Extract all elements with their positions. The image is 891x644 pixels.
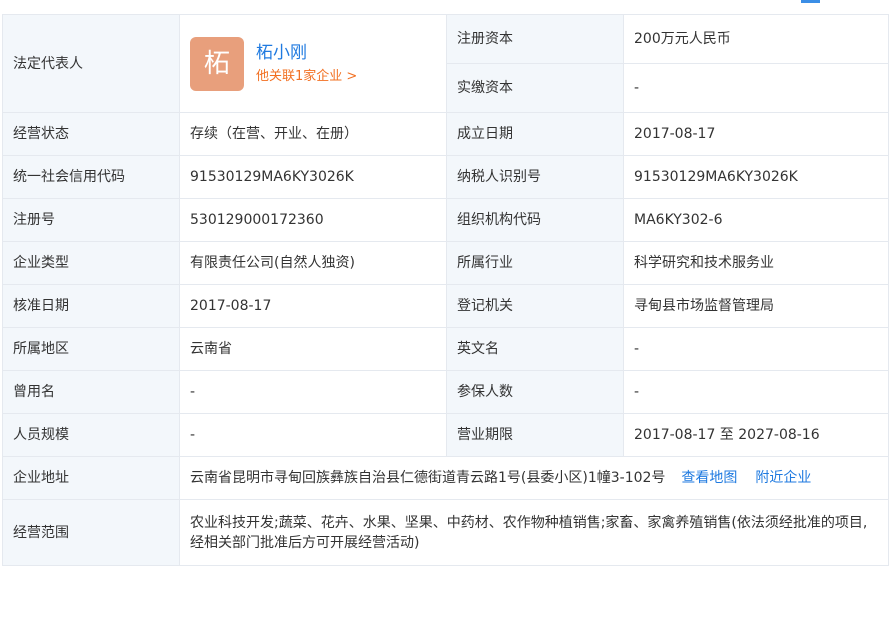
table-row: 经营状态 存续（在营、开业、在册） 成立日期 2017-08-17 xyxy=(2,112,889,156)
staff-size-label: 人员规模 xyxy=(2,413,180,457)
legal-rep-block: 柘 柘小刚 他关联1家企业 > xyxy=(190,36,436,91)
region-value: 云南省 xyxy=(179,327,447,371)
insured-count-value: - xyxy=(623,370,889,414)
reg-authority-label: 登记机关 xyxy=(446,284,624,328)
credit-code-value: 91530129MA6KY3026K xyxy=(179,155,447,199)
taxpayer-id-value: 91530129MA6KY3026K xyxy=(623,155,889,199)
table-row: 注册号 530129000172360 组织机构代码 MA6KY302-6 xyxy=(2,198,889,242)
org-code-value: MA6KY302-6 xyxy=(623,198,889,242)
table-row: 企业地址 云南省昆明市寻甸回族彝族自治县仁德街道青云路1号(县委小区)1幢3-1… xyxy=(2,456,889,500)
table-row: 人员规模 - 营业期限 2017-08-17 至 2027-08-16 xyxy=(2,413,889,457)
table-row: 所属地区 云南省 英文名 - xyxy=(2,327,889,371)
address-label: 企业地址 xyxy=(2,456,180,500)
scope-label: 经营范围 xyxy=(2,499,180,566)
established-label: 成立日期 xyxy=(446,112,624,156)
top-accent-marker xyxy=(801,0,820,3)
legal-rep-label: 法定代表人 xyxy=(2,14,180,113)
company-type-label: 企业类型 xyxy=(2,241,180,285)
registered-capital-label: 注册资本 xyxy=(446,14,624,64)
staff-size-value: - xyxy=(179,413,447,457)
table-row: 法定代表人 柘 柘小刚 他关联1家企业 > 注册资本 200万元人民币 xyxy=(2,14,889,113)
region-label: 所属地区 xyxy=(2,327,180,371)
former-name-label: 曾用名 xyxy=(2,370,180,414)
established-value: 2017-08-17 xyxy=(623,112,889,156)
table-row: 核准日期 2017-08-17 登记机关 寻甸县市场监督管理局 xyxy=(2,284,889,328)
reg-number-label: 注册号 xyxy=(2,198,180,242)
scope-value: 农业科技开发;蔬菜、花卉、水果、坚果、中药材、农作物种植销售;家畜、家禽养殖销售… xyxy=(179,499,889,566)
industry-value: 科学研究和技术服务业 xyxy=(623,241,889,285)
address-cell: 云南省昆明市寻甸回族彝族自治县仁德街道青云路1号(县委小区)1幢3-102号 查看… xyxy=(179,456,889,500)
business-term-label: 营业期限 xyxy=(446,413,624,457)
business-term-value: 2017-08-17 至 2027-08-16 xyxy=(623,413,889,457)
reg-authority-value: 寻甸县市场监督管理局 xyxy=(623,284,889,328)
approval-date-label: 核准日期 xyxy=(2,284,180,328)
english-name-label: 英文名 xyxy=(446,327,624,371)
table-row: 统一社会信用代码 91530129MA6KY3026K 纳税人识别号 91530… xyxy=(2,155,889,199)
legal-rep-name-link[interactable]: 柘小刚 xyxy=(256,41,357,65)
paid-capital-label: 实缴资本 xyxy=(446,63,624,113)
table-row: 企业类型 有限责任公司(自然人独资) 所属行业 科学研究和技术服务业 xyxy=(2,241,889,285)
address-value: 云南省昆明市寻甸回族彝族自治县仁德街道青云路1号(县委小区)1幢3-102号 xyxy=(190,470,666,486)
company-info-table: 法定代表人 柘 柘小刚 他关联1家企业 > 注册资本 200万元人民币 实缴资本… xyxy=(2,14,889,566)
org-code-label: 组织机构代码 xyxy=(446,198,624,242)
approval-date-value: 2017-08-17 xyxy=(179,284,447,328)
status-value: 存续（在营、开业、在册） xyxy=(179,112,447,156)
credit-code-label: 统一社会信用代码 xyxy=(2,155,180,199)
former-name-value: - xyxy=(179,370,447,414)
legal-rep-cell: 柘 柘小刚 他关联1家企业 > xyxy=(179,14,447,113)
english-name-value: - xyxy=(623,327,889,371)
registered-capital-value: 200万元人民币 xyxy=(623,14,889,64)
insured-count-label: 参保人数 xyxy=(446,370,624,414)
related-companies-link[interactable]: 他关联1家企业 > xyxy=(256,67,357,87)
paid-capital-value: - xyxy=(623,63,889,113)
nearby-companies-link[interactable]: 附近企业 xyxy=(755,470,811,486)
taxpayer-id-label: 纳税人识别号 xyxy=(446,155,624,199)
company-type-value: 有限责任公司(自然人独资) xyxy=(179,241,447,285)
view-map-link[interactable]: 查看地图 xyxy=(681,470,737,486)
industry-label: 所属行业 xyxy=(446,241,624,285)
table-row: 经营范围 农业科技开发;蔬菜、花卉、水果、坚果、中药材、农作物种植销售;家畜、家… xyxy=(2,499,889,566)
reg-number-value: 530129000172360 xyxy=(179,198,447,242)
legal-rep-info: 柘小刚 他关联1家企业 > xyxy=(256,41,357,87)
table-row: 曾用名 - 参保人数 - xyxy=(2,370,889,414)
avatar[interactable]: 柘 xyxy=(190,36,244,91)
status-label: 经营状态 xyxy=(2,112,180,156)
